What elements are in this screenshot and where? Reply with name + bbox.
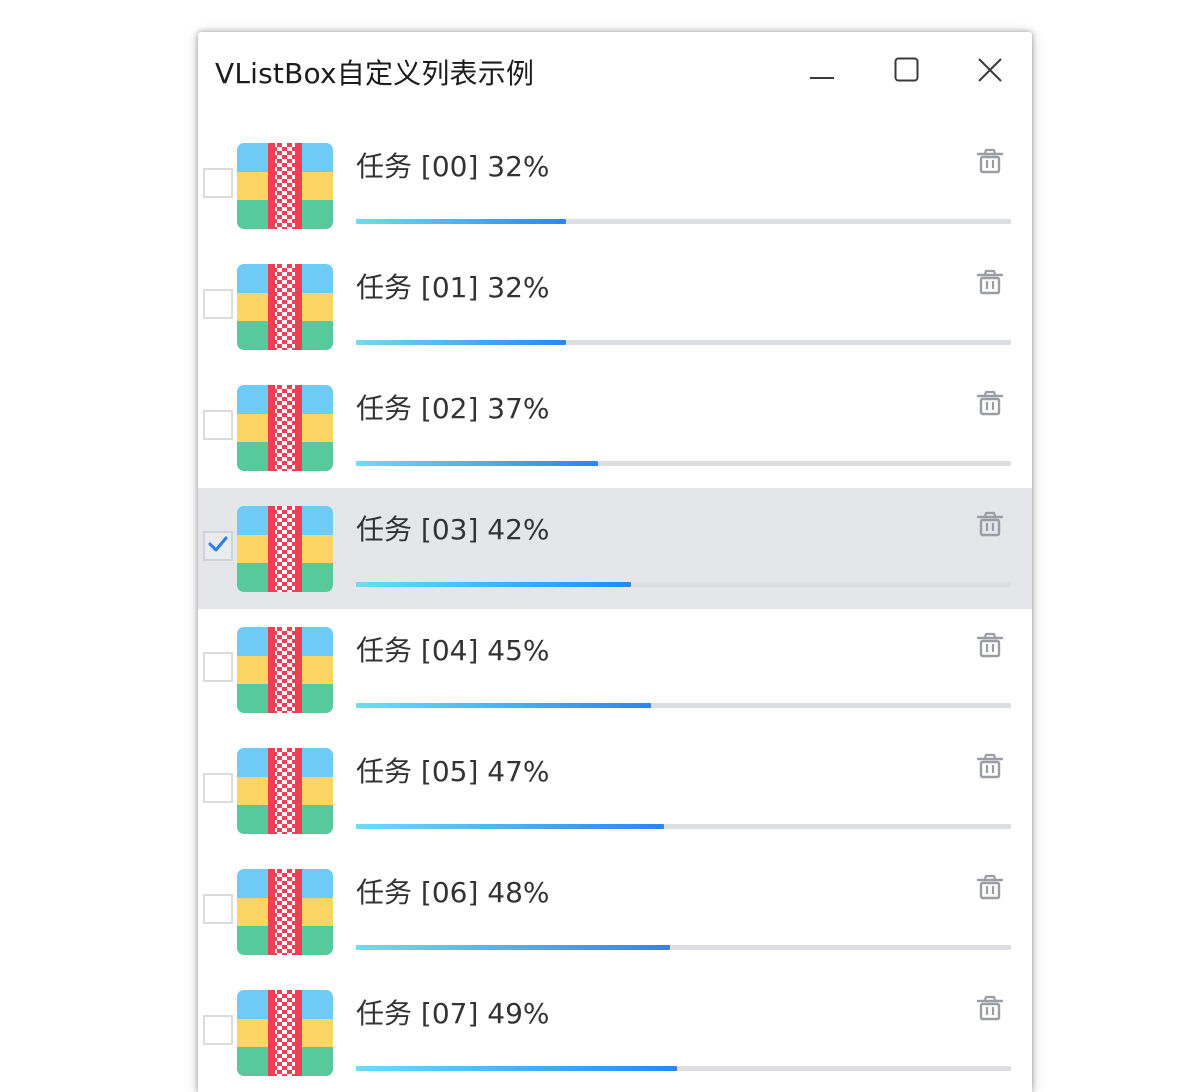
task-label: 任务 [07] 49%: [356, 997, 550, 1030]
task-label: 任务 [06] 48%: [356, 876, 550, 909]
progress-fill: [356, 945, 670, 950]
trash-icon: [975, 267, 1005, 301]
list-item[interactable]: 任务 [04] 45%: [198, 609, 1032, 730]
title-bar[interactable]: VListBox自定义列表示例: [198, 32, 1032, 112]
list-item[interactable]: 任务 [01] 32%: [198, 246, 1032, 367]
row-checkbox[interactable]: [203, 773, 233, 803]
minimize-button[interactable]: [794, 48, 850, 92]
progress-fill: [356, 703, 651, 708]
task-label: 任务 [02] 37%: [356, 392, 550, 425]
list-item[interactable]: 任务 [07] 49%: [198, 972, 1032, 1092]
archive-file-icon: [237, 506, 333, 592]
list-item[interactable]: 任务 [02] 37%: [198, 367, 1032, 488]
maximize-button[interactable]: [879, 48, 935, 92]
progress-bar: [356, 219, 1011, 224]
row-checkbox[interactable]: [203, 894, 233, 924]
trash-icon: [975, 509, 1005, 543]
list-item[interactable]: 任务 [06] 48%: [198, 851, 1032, 972]
task-label: 任务 [01] 32%: [356, 271, 550, 304]
progress-fill: [356, 582, 631, 587]
app-window: VListBox自定义列表示例 任务 [00] 32% 任务 [01] 32% …: [198, 32, 1032, 1092]
list-item[interactable]: 任务 [03] 42%: [198, 488, 1032, 609]
close-button[interactable]: [962, 48, 1018, 92]
delete-button[interactable]: [974, 873, 1006, 905]
trash-icon: [975, 751, 1005, 785]
archive-file-icon: [237, 143, 333, 229]
row-checkbox[interactable]: [203, 652, 233, 682]
progress-fill: [356, 219, 566, 224]
task-label: 任务 [00] 32%: [356, 150, 550, 183]
trash-icon: [975, 146, 1005, 180]
archive-file-icon: [237, 748, 333, 834]
progress-fill: [356, 461, 598, 466]
trash-icon: [975, 872, 1005, 906]
delete-button[interactable]: [974, 752, 1006, 784]
task-label: 任务 [05] 47%: [356, 755, 550, 788]
list-item[interactable]: 任务 [00] 32%: [198, 125, 1032, 246]
delete-button[interactable]: [974, 268, 1006, 300]
maximize-icon: [893, 56, 921, 84]
archive-file-icon: [237, 385, 333, 471]
archive-file-icon: [237, 869, 333, 955]
progress-fill: [356, 340, 566, 345]
task-label: 任务 [03] 42%: [356, 513, 550, 546]
delete-button[interactable]: [974, 510, 1006, 542]
progress-bar: [356, 340, 1011, 345]
delete-button[interactable]: [974, 631, 1006, 663]
row-checkbox[interactable]: [203, 531, 233, 561]
progress-bar: [356, 461, 1011, 466]
trash-icon: [975, 993, 1005, 1027]
archive-file-icon: [237, 627, 333, 713]
checkmark-icon: [207, 533, 229, 559]
row-checkbox[interactable]: [203, 168, 233, 198]
row-checkbox[interactable]: [203, 289, 233, 319]
trash-icon: [975, 388, 1005, 422]
delete-button[interactable]: [974, 147, 1006, 179]
progress-bar: [356, 703, 1011, 708]
row-checkbox[interactable]: [203, 1015, 233, 1045]
progress-fill: [356, 1066, 677, 1071]
close-icon: [976, 56, 1004, 84]
row-checkbox[interactable]: [203, 410, 233, 440]
task-label: 任务 [04] 45%: [356, 634, 550, 667]
progress-bar: [356, 582, 1011, 587]
window-title: VListBox自定义列表示例: [215, 57, 535, 90]
delete-button[interactable]: [974, 994, 1006, 1026]
progress-bar: [356, 1066, 1011, 1071]
delete-button[interactable]: [974, 389, 1006, 421]
trash-icon: [975, 630, 1005, 664]
archive-file-icon: [237, 264, 333, 350]
progress-bar: [356, 824, 1011, 829]
list-item[interactable]: 任务 [05] 47%: [198, 730, 1032, 851]
progress-bar: [356, 945, 1011, 950]
progress-fill: [356, 824, 664, 829]
minimize-icon: [808, 56, 836, 84]
archive-file-icon: [237, 990, 333, 1076]
